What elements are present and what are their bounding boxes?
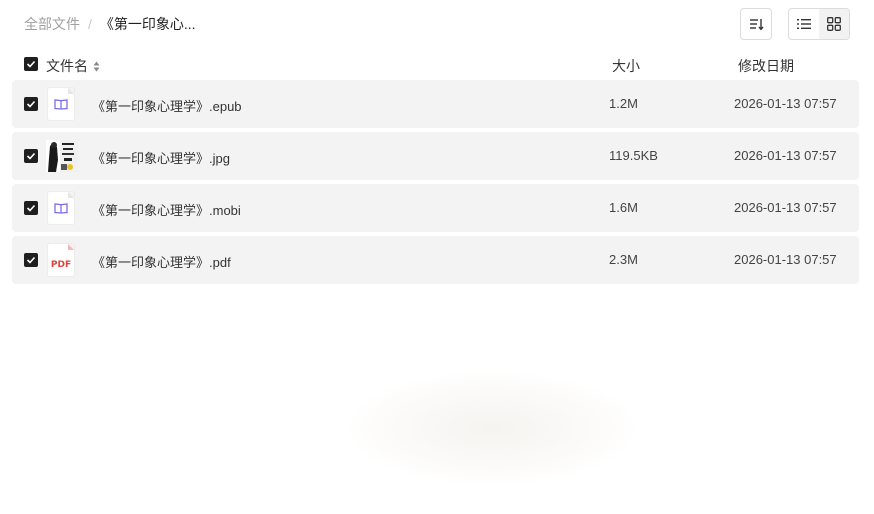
jpg-thumbnail-image (46, 140, 78, 172)
file-size: 1.2M (609, 96, 638, 111)
file-date: 2026-01-13 07:57 (734, 148, 837, 163)
mobi-file-icon (46, 192, 76, 224)
list-view-icon (797, 19, 811, 29)
checkmark-icon (26, 152, 36, 160)
sort-arrows-icon (93, 61, 100, 71)
file-name[interactable]: 《第一印象心理学》.mobi (92, 200, 241, 219)
checkmark-icon (26, 256, 36, 264)
file-date: 2026-01-13 07:57 (734, 96, 837, 111)
grid-view-icon (827, 17, 841, 31)
file-name[interactable]: 《第一印象心理学》.jpg (92, 148, 230, 167)
checkmark-icon (26, 60, 36, 68)
checkmark-icon (26, 100, 36, 108)
list-view-button[interactable] (789, 9, 819, 39)
file-date: 2026-01-13 07:57 (734, 252, 837, 267)
sort-button[interactable] (740, 8, 772, 40)
checkmark-icon (26, 204, 36, 212)
breadcrumb: 全部文件 / 《第一印象心... (24, 15, 196, 33)
size-column-header[interactable]: 大小 (612, 56, 640, 76)
view-mode-toggle (788, 8, 850, 40)
breadcrumb-root-link[interactable]: 全部文件 (24, 14, 80, 34)
file-table-header: 文件名 大小 修改日期 (12, 52, 859, 76)
file-size: 1.6M (609, 200, 638, 215)
file-name[interactable]: 《第一印象心理学》.pdf (92, 252, 231, 271)
file-size: 119.5KB (609, 148, 658, 163)
background-watermark (350, 372, 634, 484)
sort-icon (750, 19, 764, 31)
file-size: 2.3M (609, 252, 638, 267)
select-all-checkbox[interactable] (24, 57, 38, 71)
book-icon (54, 99, 68, 110)
file-checkbox[interactable] (24, 97, 38, 111)
breadcrumb-separator: / (88, 16, 92, 32)
pdf-label: PDF (50, 260, 72, 270)
epub-file-icon (46, 88, 76, 120)
book-icon (54, 203, 68, 214)
breadcrumb-current-folder: 《第一印象心... (99, 16, 196, 32)
file-date: 2026-01-13 07:57 (734, 200, 837, 215)
file-row-epub[interactable]: 《第一印象心理学》.epub 1.2M 2026-01-13 07:57 (12, 80, 859, 128)
file-checkbox[interactable] (24, 253, 38, 267)
file-row-mobi[interactable]: 《第一印象心理学》.mobi 1.6M 2026-01-13 07:57 (12, 184, 859, 232)
name-column-label: 文件名 (46, 58, 88, 74)
file-row-jpg[interactable]: 《第一印象心理学》.jpg 119.5KB 2026-01-13 07:57 (12, 132, 859, 180)
file-row-pdf[interactable]: PDF 《第一印象心理学》.pdf 2.3M 2026-01-13 07:57 (12, 236, 859, 284)
grid-view-button[interactable] (819, 9, 849, 39)
file-checkbox[interactable] (24, 149, 38, 163)
file-list: 《第一印象心理学》.epub 1.2M 2026-01-13 07:57 《第一… (12, 80, 859, 288)
pdf-file-icon: PDF (46, 244, 76, 276)
file-checkbox[interactable] (24, 201, 38, 215)
file-name[interactable]: 《第一印象心理学》.epub (92, 96, 242, 115)
date-column-header[interactable]: 修改日期 (738, 56, 794, 76)
name-column-header[interactable]: 文件名 (46, 56, 100, 76)
